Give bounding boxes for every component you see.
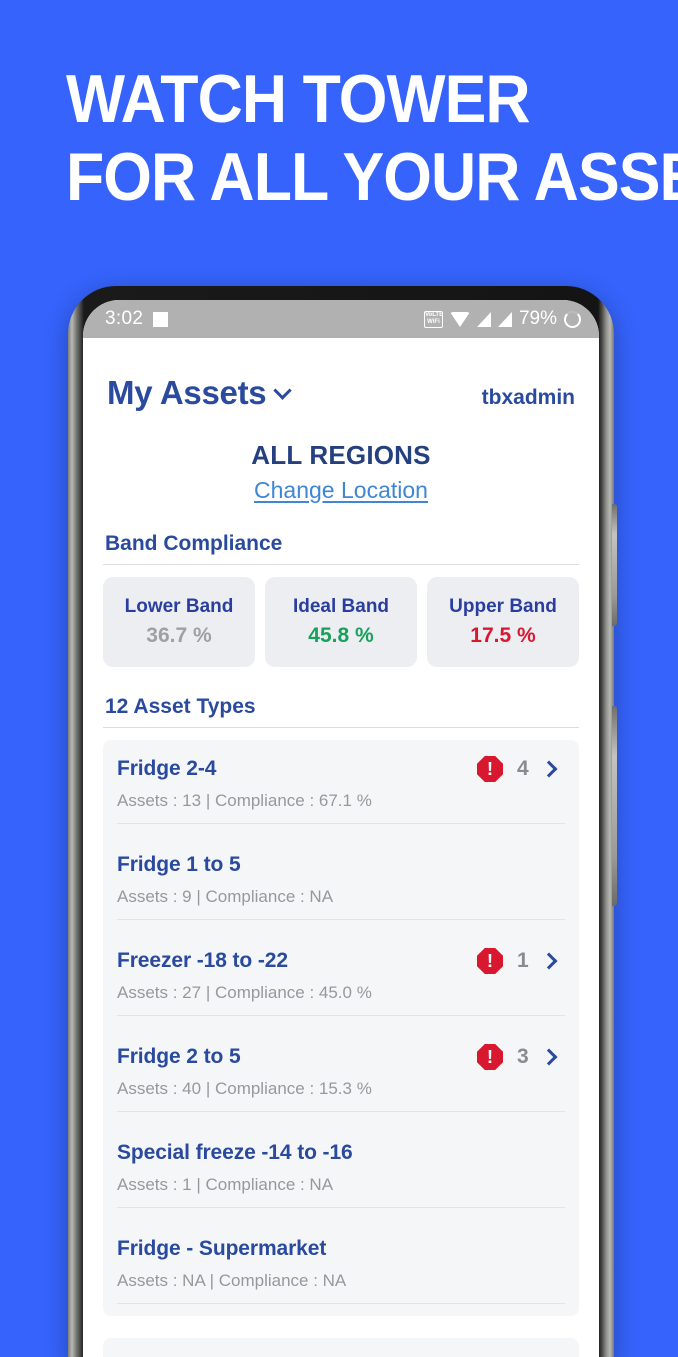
asset-subtitle: Assets : 1 | Compliance : NA bbox=[117, 1175, 334, 1194]
promo-line-2: FOR ALL YOUR ASSETS bbox=[66, 139, 678, 215]
asset-list-next-card[interactable] bbox=[103, 1338, 579, 1357]
asset-list: Fridge 2-4 ! 4 Assets : 13 | Compliance … bbox=[103, 740, 579, 1316]
chevron-right-icon[interactable] bbox=[540, 760, 558, 778]
asset-subtitle: Assets : 40 | Compliance : 15.3 % bbox=[117, 1079, 372, 1098]
list-item-main: Fridge 2 to 5 ! 3 bbox=[117, 1044, 565, 1070]
row-divider bbox=[117, 1111, 565, 1112]
asset-name: Special freeze -14 to -16 bbox=[117, 1141, 353, 1164]
region-block: ALL REGIONS Change Location bbox=[103, 440, 579, 504]
list-item[interactable]: Special freeze -14 to -16 Assets : 1 | C… bbox=[115, 1124, 567, 1220]
asset-name: Freezer -18 to -22 bbox=[117, 949, 288, 972]
asset-name: Fridge 2 to 5 bbox=[117, 1045, 241, 1068]
band-value: 45.8 % bbox=[308, 624, 374, 647]
band-card-upper[interactable]: Upper Band 17.5 % bbox=[427, 577, 579, 667]
app-content: My Assets tbxadmin ALL REGIONS Change Lo… bbox=[83, 338, 599, 1357]
signal-icon-1 bbox=[476, 311, 491, 327]
volume-button[interactable] bbox=[612, 504, 617, 626]
band-compliance-cards: Lower Band 36.7 % Ideal Band 45.8 % Uppe… bbox=[103, 577, 579, 667]
phone-screen: 3:02 VoLTE WiFi 79% My Assets tbxadmin A… bbox=[83, 300, 599, 1357]
status-icons: VoLTE WiFi 79% bbox=[423, 308, 581, 330]
asset-name: Fridge 1 to 5 bbox=[117, 853, 241, 876]
asset-status-group[interactable]: ! 4 bbox=[477, 756, 565, 782]
page-title-group[interactable]: My Assets bbox=[107, 374, 293, 412]
screen-record-icon bbox=[153, 311, 169, 327]
status-bar: 3:02 VoLTE WiFi 79% bbox=[83, 300, 599, 338]
alert-count: 3 bbox=[517, 1045, 529, 1068]
asset-name: Fridge - Supermarket bbox=[117, 1237, 327, 1260]
asset-subtitle: Assets : 13 | Compliance : 67.1 % bbox=[117, 791, 372, 810]
promo-line-1: WATCH TOWER bbox=[66, 61, 531, 137]
band-label: Upper Band bbox=[449, 596, 557, 617]
asset-status-group[interactable]: ! 3 bbox=[477, 1044, 565, 1070]
promo-headline: WATCH TOWER FOR ALL YOUR ASSETS bbox=[66, 60, 678, 216]
row-divider bbox=[117, 1207, 565, 1208]
list-item[interactable]: Fridge 2 to 5 ! 3 Assets : 40 | Complian… bbox=[115, 1028, 567, 1124]
band-card-ideal[interactable]: Ideal Band 45.8 % bbox=[265, 577, 417, 667]
asset-subtitle: Assets : 9 | Compliance : NA bbox=[117, 887, 334, 906]
chevron-down-icon[interactable] bbox=[273, 380, 293, 400]
list-item-main: Freezer -18 to -22 ! 1 bbox=[117, 948, 565, 974]
user-label[interactable]: tbxadmin bbox=[482, 386, 575, 410]
band-value: 36.7 % bbox=[146, 624, 212, 647]
alert-octagon-icon: ! bbox=[477, 1044, 503, 1070]
region-name: ALL REGIONS bbox=[251, 440, 431, 470]
list-item[interactable]: Freezer -18 to -22 ! 1 Assets : 27 | Com… bbox=[115, 932, 567, 1028]
alert-octagon-icon: ! bbox=[477, 948, 503, 974]
vowifi-top-label: VoLTE bbox=[424, 312, 443, 318]
asset-subtitle: Assets : 27 | Compliance : 45.0 % bbox=[117, 983, 372, 1002]
band-label: Lower Band bbox=[124, 596, 234, 617]
row-divider bbox=[117, 1015, 565, 1016]
row-divider bbox=[117, 823, 565, 824]
signal-icon-2 bbox=[497, 311, 512, 327]
power-button[interactable] bbox=[612, 706, 617, 906]
asset-subtitle: Assets : NA | Compliance : NA bbox=[117, 1271, 347, 1290]
battery-percent: 79% bbox=[518, 308, 557, 329]
band-value: 17.5 % bbox=[470, 624, 536, 647]
chevron-right-icon[interactable] bbox=[540, 952, 558, 970]
list-item[interactable]: Fridge 1 to 5 Assets : 9 | Compliance : … bbox=[115, 836, 567, 932]
alert-octagon-icon: ! bbox=[477, 756, 503, 782]
battery-circle-icon bbox=[564, 310, 581, 328]
asset-types-title: 12 Asset Types bbox=[105, 695, 256, 718]
list-item-main: Special freeze -14 to -16 bbox=[117, 1140, 565, 1166]
list-item-main: Fridge 1 to 5 bbox=[117, 852, 565, 878]
phone-mockup: 3:02 VoLTE WiFi 79% My Assets tbxadmin A… bbox=[68, 286, 617, 1357]
list-item[interactable]: Fridge 2-4 ! 4 Assets : 13 | Compliance … bbox=[115, 740, 567, 836]
list-item-main: Fridge 2-4 ! 4 bbox=[117, 756, 565, 782]
list-item-main: Fridge - Supermarket bbox=[117, 1236, 565, 1262]
band-compliance-divider bbox=[103, 564, 579, 565]
vowifi-icon: VoLTE WiFi bbox=[423, 310, 443, 328]
app-header: My Assets tbxadmin bbox=[103, 338, 579, 412]
alert-count: 4 bbox=[517, 757, 529, 780]
chevron-right-icon[interactable] bbox=[540, 1048, 558, 1066]
row-divider bbox=[117, 1303, 565, 1304]
band-label: Ideal Band bbox=[292, 596, 390, 617]
alert-count: 1 bbox=[517, 949, 529, 972]
page-title: My Assets bbox=[107, 374, 267, 411]
wifi-icon bbox=[449, 311, 470, 327]
asset-name: Fridge 2-4 bbox=[117, 757, 217, 780]
asset-types-divider bbox=[103, 727, 579, 728]
band-compliance-title: Band Compliance bbox=[105, 532, 283, 555]
row-divider bbox=[117, 919, 565, 920]
vowifi-bottom-label: WiFi bbox=[427, 319, 440, 325]
asset-status-group[interactable]: ! 1 bbox=[477, 948, 565, 974]
change-location-link[interactable]: Change Location bbox=[254, 477, 428, 504]
status-time: 3:02 bbox=[105, 308, 144, 329]
list-item[interactable]: Fridge - Supermarket Assets : NA | Compl… bbox=[115, 1220, 567, 1316]
band-card-lower[interactable]: Lower Band 36.7 % bbox=[103, 577, 255, 667]
